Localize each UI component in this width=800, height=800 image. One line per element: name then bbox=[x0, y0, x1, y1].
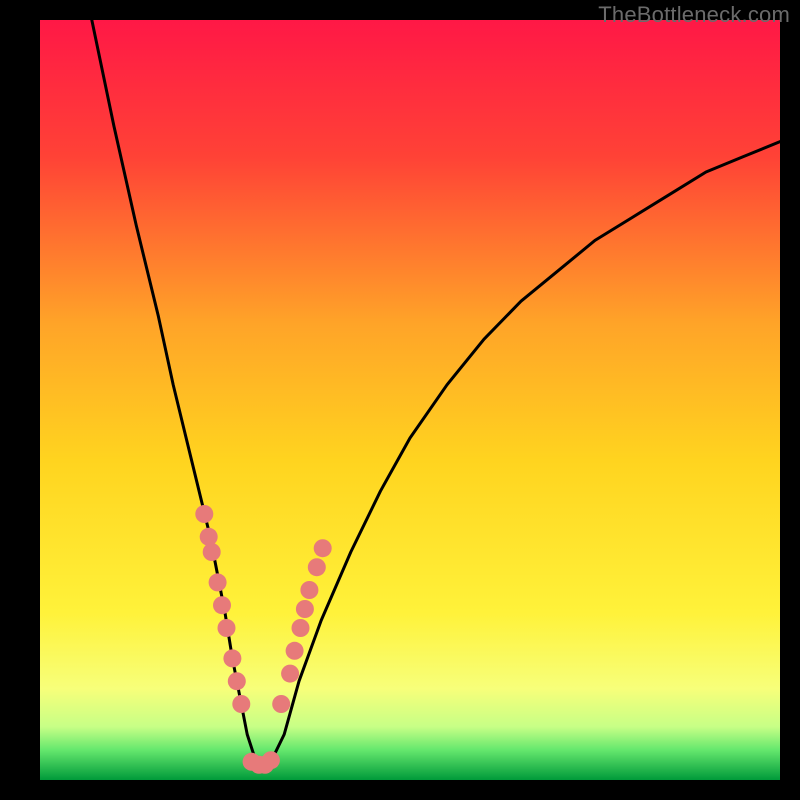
dot-left bbox=[228, 672, 246, 690]
dot-right bbox=[286, 642, 304, 660]
dot-bottom bbox=[262, 751, 280, 769]
outer-frame: TheBottleneck.com bbox=[0, 0, 800, 800]
gradient-bg bbox=[40, 20, 780, 780]
dot-right bbox=[314, 539, 332, 557]
dot-right bbox=[281, 665, 299, 683]
chart-svg bbox=[40, 20, 780, 780]
plot-area bbox=[40, 20, 780, 780]
dot-right bbox=[272, 695, 290, 713]
dot-left bbox=[203, 543, 221, 561]
watermark-text: TheBottleneck.com bbox=[598, 2, 790, 28]
dot-right bbox=[308, 558, 326, 576]
dot-left bbox=[218, 619, 236, 637]
dot-left bbox=[209, 573, 227, 591]
dot-left bbox=[223, 649, 241, 667]
dot-right bbox=[300, 581, 318, 599]
dot-left bbox=[232, 695, 250, 713]
dot-left bbox=[213, 596, 231, 614]
dot-left bbox=[195, 505, 213, 523]
dot-right bbox=[296, 600, 314, 618]
dot-left bbox=[200, 528, 218, 546]
dot-right bbox=[292, 619, 310, 637]
